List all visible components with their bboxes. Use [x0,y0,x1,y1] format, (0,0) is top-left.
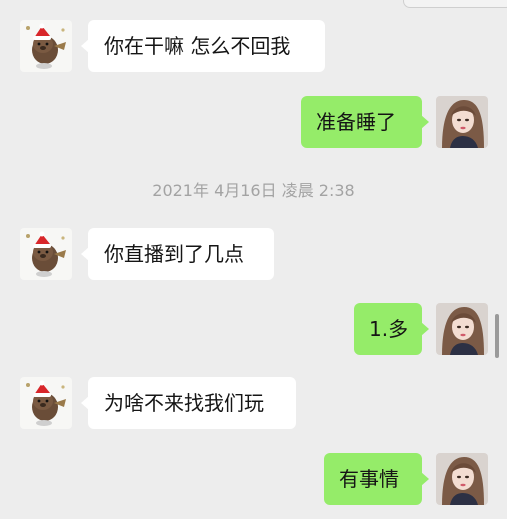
girl-avatar-icon [436,96,488,148]
contact-avatar[interactable] [20,228,72,280]
message-text: 准备睡了 [316,110,396,134]
bear-avatar-icon [20,228,72,280]
bear-avatar-icon [20,20,72,72]
bubble-tail [421,322,429,336]
message-text: 你直播到了几点 [104,242,244,266]
bubble-tail [81,247,89,261]
bubble-tail [421,115,429,129]
self-avatar[interactable] [436,453,488,505]
bear-avatar-icon [20,377,72,429]
message-text: 你在干嘛 怎么不回我 [104,34,291,58]
incoming-message-bubble[interactable]: 你在干嘛 怎么不回我 [81,20,325,72]
scrollbar-thumb[interactable] [495,314,499,358]
bubble-tail [81,39,89,53]
bubble-tail [421,472,429,486]
girl-avatar-icon [436,453,488,505]
chat-timestamp: 2021年 4月16日 凌晨 2:38 [152,181,355,200]
outgoing-message-bubble[interactable]: 准备睡了 [301,96,429,148]
bubble-tail [81,396,89,410]
window-corner-frame [403,0,507,8]
contact-avatar[interactable] [20,20,72,72]
outgoing-message-bubble[interactable]: 有事情 [324,453,429,505]
contact-avatar[interactable] [20,377,72,429]
self-avatar[interactable] [436,303,488,355]
girl-avatar-icon [436,303,488,355]
self-avatar[interactable] [436,96,488,148]
message-text: 1.多 [369,317,409,341]
incoming-message-bubble[interactable]: 为啥不来找我们玩 [81,377,296,429]
message-text: 为啥不来找我们玩 [104,391,264,415]
outgoing-message-bubble[interactable]: 1.多 [354,303,429,355]
message-text: 有事情 [339,467,399,491]
incoming-message-bubble[interactable]: 你直播到了几点 [81,228,274,280]
